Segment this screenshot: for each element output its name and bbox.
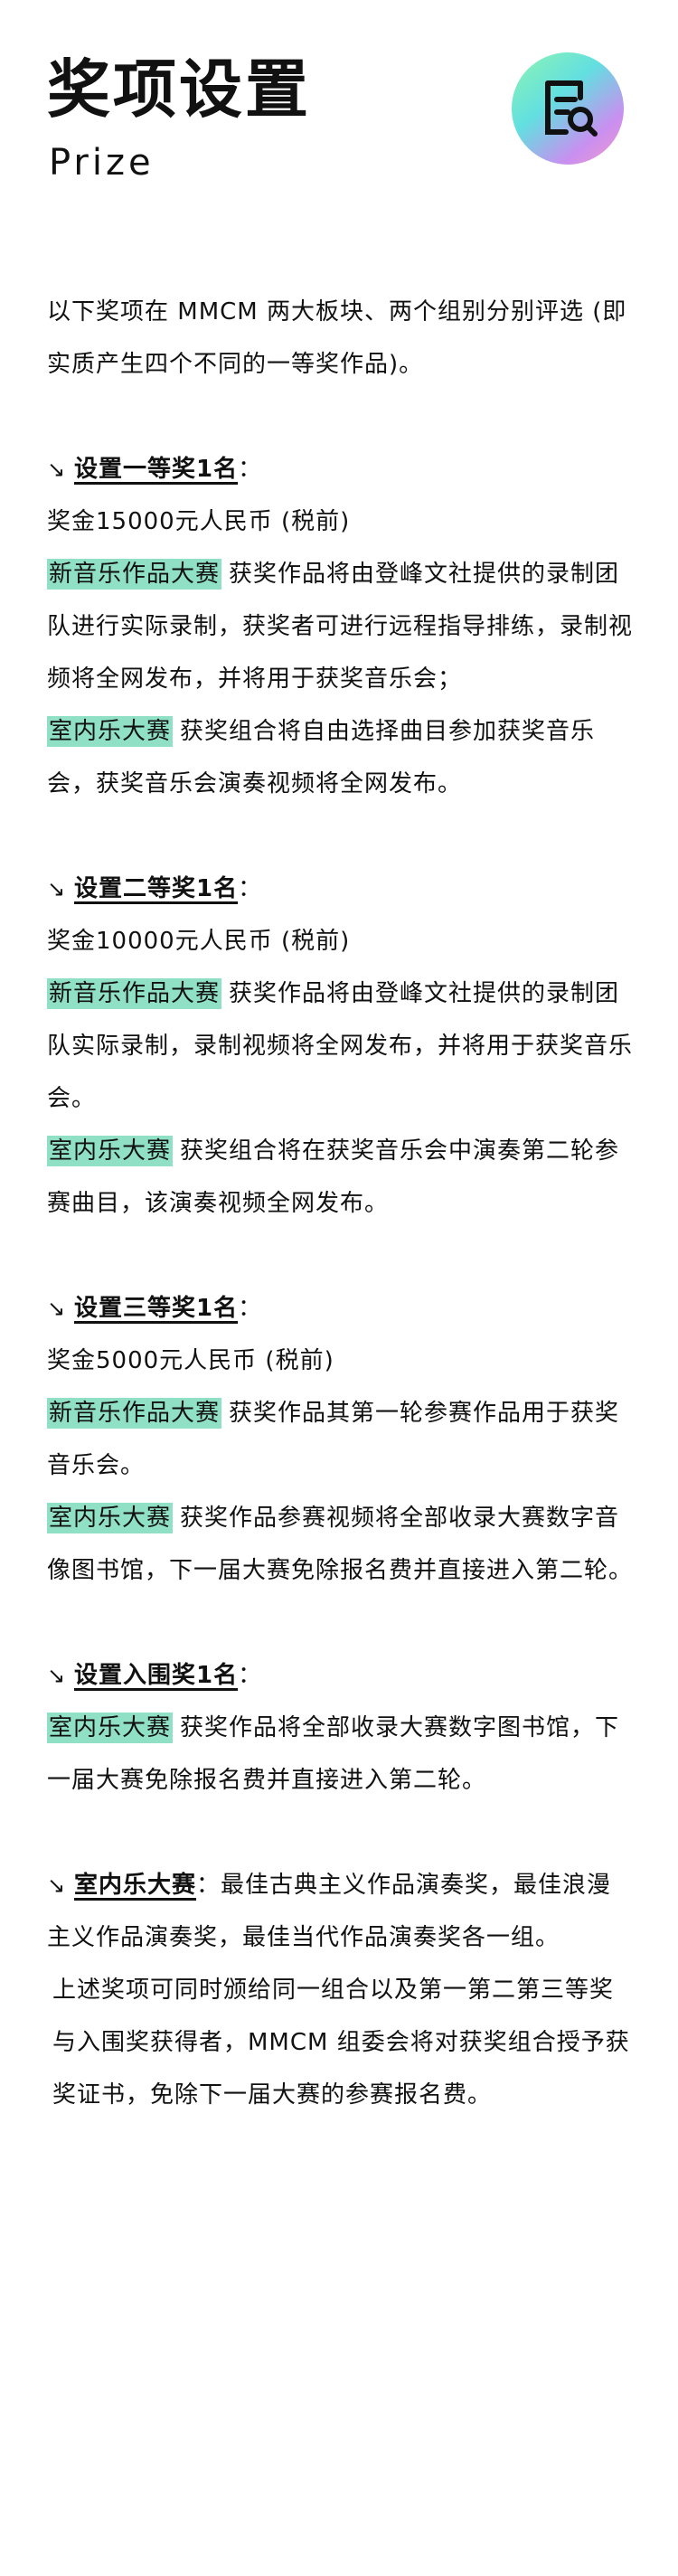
- prize-item: 新音乐作品大赛 获奖作品将由登峰文社提供的录制团队实际录制，录制视频将全网发布，并…: [47, 967, 635, 1125]
- section-heading-text: 设置二等奖1名: [74, 875, 239, 902]
- arrow-icon: ↘: [47, 1663, 67, 1688]
- prize-section: ↘ 设置二等奖1名： 奖金10000元人民币 (税前) 新音乐作品大赛 获奖作品将…: [47, 863, 635, 1230]
- section-heading-text: 设置一等奖1名: [74, 456, 239, 483]
- arrow-icon: ↘: [47, 457, 67, 482]
- closing-note: 上述奖项可同时颁给同一组合以及第一第二第三等奖与入围奖获得者，MMCM 组委会将…: [52, 1977, 630, 2109]
- prize-section: ↘ 设置三等奖1名： 奖金5000元人民币 (税前) 新音乐作品大赛 获奖作品其第…: [47, 1282, 635, 1597]
- prize-item: 室内乐大赛 获奖作品参赛视频将全部收录大赛数字音像图书馆，下一届大赛免除报名费并直…: [47, 1492, 635, 1597]
- section-heading: ↘ 设置三等奖1名：: [47, 1282, 635, 1335]
- page-subtitle: Prize: [49, 142, 155, 184]
- page-title: 奖项设置: [47, 52, 311, 127]
- prize-section: ↘ 设置入围奖1名： 室内乐大赛 获奖作品将全部收录大赛数字图书馆，下一届大赛免除…: [47, 1649, 635, 1807]
- special-awards-heading: 室内乐大赛: [74, 1872, 197, 1899]
- intro-text: 以下奖项在 MMCM 两大板块、两个组别分别评选 (即实质产生四个不同的一等奖作…: [47, 298, 627, 378]
- heading-colon: ：: [238, 875, 263, 902]
- prize-content: 以下奖项在 MMCM 两大板块、两个组别分别评选 (即实质产生四个不同的一等奖作…: [47, 286, 635, 2121]
- section-heading-text: 设置入围奖1名: [74, 1662, 239, 1689]
- category-tag: 新音乐作品大赛: [47, 1398, 222, 1429]
- heading-colon: ：: [238, 1662, 263, 1689]
- prize-item: 新音乐作品大赛 获奖作品将由登峰文社提供的录制团队进行实际录制，获奖者可进行远程指…: [47, 548, 635, 705]
- heading-colon: ：: [238, 1295, 263, 1322]
- section-heading: ↘ 设置入围奖1名：: [47, 1649, 635, 1702]
- arrow-icon: ↘: [47, 1873, 67, 1898]
- prize-item: 室内乐大赛 获奖组合将自由选择曲目参加获奖音乐会，获奖音乐会演奏视频将全网发布。: [47, 705, 635, 810]
- prize-item: 室内乐大赛 获奖作品将全部收录大赛数字图书馆，下一届大赛免除报名费并直接进入第二轮…: [47, 1702, 635, 1807]
- section-heading-text: 设置三等奖1名: [74, 1295, 239, 1322]
- category-tag: 室内乐大赛: [47, 716, 174, 747]
- arrow-icon: ↘: [47, 1296, 67, 1321]
- section-heading: ↘ 设置二等奖1名：: [47, 863, 635, 915]
- prize-section: ↘ 设置一等奖1名： 奖金15000元人民币 (税前) 新音乐作品大赛 获奖作品将…: [47, 443, 635, 810]
- arrow-icon: ↘: [47, 876, 67, 901]
- section-heading: ↘ 设置一等奖1名：: [47, 443, 635, 495]
- page: 奖项设置 Prize 以下奖项在 MMCM 两大板块、两个组别分别评选 (即实质…: [0, 0, 678, 2576]
- prize-amount: 奖金15000元人民币 (税前): [47, 508, 351, 535]
- heading-colon: ：: [238, 456, 263, 483]
- category-tag: 新音乐作品大赛: [47, 559, 222, 590]
- special-awards-text: ↘ 室内乐大赛：最佳古典主义作品演奏奖，最佳浪漫主义作品演奏奖，最佳当代作品演奏奖…: [47, 1859, 635, 1964]
- category-tag: 室内乐大赛: [47, 1136, 174, 1166]
- document-search-icon: [545, 80, 598, 137]
- category-tag: 室内乐大赛: [47, 1713, 174, 1743]
- category-tag: 新音乐作品大赛: [47, 978, 222, 1009]
- logo: [512, 52, 624, 165]
- prize-item: 新音乐作品大赛 获奖作品其第一轮参赛作品用于获奖音乐会。: [47, 1387, 635, 1492]
- prize-amount: 奖金10000元人民币 (税前): [47, 928, 351, 955]
- prize-item: 室内乐大赛 获奖组合将在获奖音乐会中演奏第二轮参赛曲目，该演奏视频全网发布。: [47, 1125, 635, 1230]
- category-tag: 室内乐大赛: [47, 1503, 174, 1533]
- heading-colon: ：: [196, 1872, 221, 1899]
- special-awards-section: ↘ 室内乐大赛：最佳古典主义作品演奏奖，最佳浪漫主义作品演奏奖，最佳当代作品演奏奖…: [47, 1859, 635, 2121]
- prize-amount: 奖金5000元人民币 (税前): [47, 1347, 334, 1374]
